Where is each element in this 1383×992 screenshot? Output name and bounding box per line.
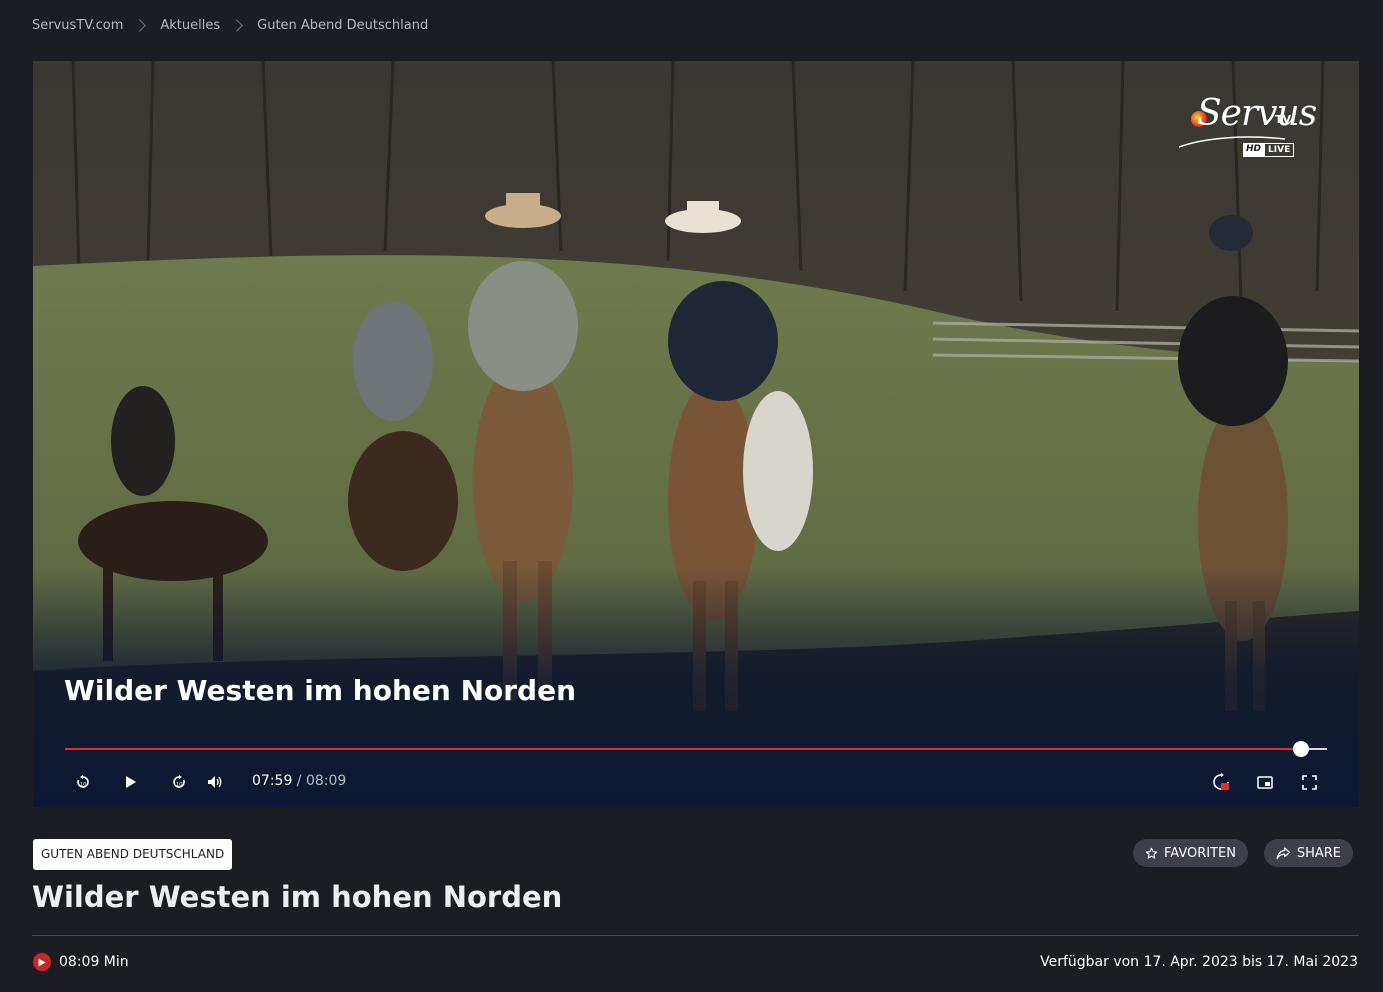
player-controls: 10 10 07:59 / 08:09 [33, 761, 1359, 803]
time-display: 07:59 / 08:09 [252, 773, 346, 789]
volume-icon[interactable] [201, 769, 229, 795]
time-current: 07:59 [252, 773, 293, 789]
svg-text:10: 10 [176, 782, 182, 788]
time-total: 08:09 [305, 773, 347, 789]
fullscreen-icon[interactable] [1295, 769, 1323, 795]
availability-text: Verfügbar von 17. Apr. 2023 bis 17. Mai … [1040, 954, 1358, 970]
breadcrumb: ServusTV.com Aktuelles Guten Abend Deuts… [32, 14, 428, 36]
logo-tv: TV [1275, 113, 1292, 126]
hd-quality-icon[interactable] [1207, 769, 1235, 795]
progress-bar[interactable] [65, 741, 1327, 757]
progress-fill [65, 748, 1301, 750]
progress-handle[interactable] [1293, 741, 1309, 757]
share-icon [1276, 847, 1291, 860]
hd-live-badge: HD LIVE [1243, 143, 1295, 157]
player-title: Wilder Westen im hohen Norden [64, 674, 577, 707]
category-tag[interactable]: GUTEN ABEND DEUTSCHLAND [33, 839, 233, 870]
favorite-label: FAVORITEN [1164, 845, 1236, 861]
breadcrumb-home[interactable]: ServusTV.com [32, 18, 123, 33]
replay-10-icon[interactable]: 10 [69, 769, 97, 795]
share-label: SHARE [1296, 845, 1341, 861]
logo-word: Servus [1197, 93, 1317, 134]
duration-info: 08:09 Min [33, 953, 129, 971]
favorite-button[interactable]: FAVORITEN [1133, 839, 1248, 867]
page-title: Wilder Westen im hohen Norden [32, 880, 563, 914]
picture-in-picture-icon[interactable] [1251, 769, 1279, 795]
divider [32, 935, 1359, 936]
hd-label: HD [1243, 143, 1265, 157]
play-circle-icon [33, 953, 51, 971]
video-player[interactable]: Servus TV HD LIVE Wilder Westen im hohen… [33, 61, 1359, 807]
play-icon[interactable] [117, 769, 145, 795]
duration-label: 08:09 Min [59, 954, 129, 970]
breadcrumb-chevron-icon [133, 18, 147, 32]
svg-text:10: 10 [80, 782, 86, 788]
breadcrumb-aktuelles[interactable]: Aktuelles [160, 18, 220, 33]
breadcrumb-current[interactable]: Guten Abend Deutschland [257, 18, 428, 33]
live-label: LIVE [1264, 143, 1295, 157]
share-button[interactable]: SHARE [1264, 839, 1353, 867]
time-separator: / [292, 773, 306, 789]
breadcrumb-chevron-icon [230, 18, 243, 32]
servustv-logo: Servus TV HD LIVE [1177, 91, 1317, 161]
forward-10-icon[interactable]: 10 [165, 769, 193, 795]
star-icon [1145, 847, 1158, 859]
